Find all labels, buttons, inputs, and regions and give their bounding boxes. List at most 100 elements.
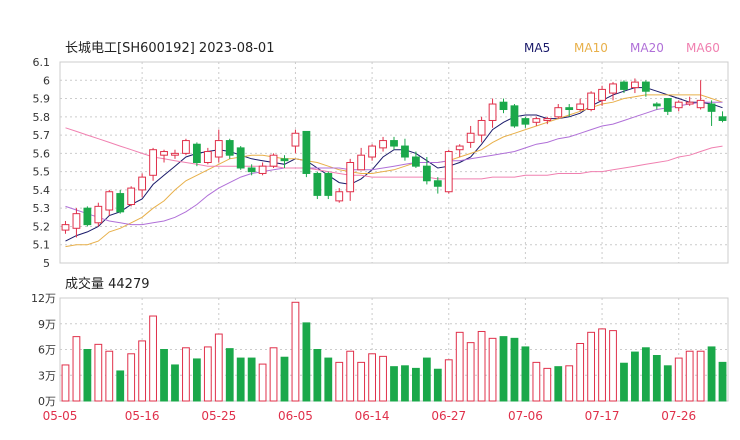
candle-body (444, 151, 453, 193)
volume-bar (225, 348, 234, 402)
candle-body (455, 145, 464, 151)
volume-tick-label: 6万 (38, 344, 56, 357)
candle (269, 153, 278, 168)
candle (138, 173, 147, 198)
ma-legend: MA5 MA10 MA20 MA60 (524, 41, 720, 55)
candle-body (182, 140, 190, 154)
legend-ma60: MA60 (686, 41, 720, 55)
candle-body (674, 101, 683, 109)
volume-bar (379, 355, 387, 402)
candle (488, 98, 497, 128)
legend-ma10: MA10 (574, 41, 608, 55)
candle-body (324, 172, 333, 196)
candle-body (641, 81, 650, 92)
moving-average-lines (65, 87, 723, 248)
volume-bar (554, 366, 563, 402)
price-tick-label: 6.1 (33, 56, 51, 69)
price-panel-frame (59, 61, 729, 264)
candle-body (346, 162, 355, 193)
candle (203, 147, 212, 165)
candle (324, 171, 333, 200)
volume-bar (641, 347, 650, 402)
candle (631, 78, 639, 94)
candle-body (707, 103, 716, 112)
volume-bar (192, 358, 201, 402)
volume-bar (149, 315, 157, 402)
volume-bar (521, 346, 530, 402)
candle (499, 98, 508, 114)
volume-bar (127, 353, 136, 402)
price-tick-label: 5.9 (33, 93, 51, 106)
candle-body (214, 140, 223, 158)
candle (116, 189, 125, 214)
candle-body (466, 132, 475, 143)
candle (510, 104, 519, 128)
series-line-ma20 (65, 101, 723, 226)
candle (674, 100, 683, 112)
candle (379, 136, 387, 152)
legend-ma5: MA5 (524, 41, 550, 55)
volume-bar (620, 362, 628, 402)
candle-body (357, 154, 366, 171)
date-tick-label: 05-16 (125, 409, 160, 423)
volume-bar (313, 349, 322, 402)
date-tick-label: 07-26 (661, 409, 696, 423)
stock-chart-panel: 长城电工[SH600192] 2023-08-01 MA5 MA10 MA20 … (0, 0, 740, 440)
date-tick-label: 06-14 (355, 409, 390, 423)
price-tick-label: 5.6 (33, 147, 51, 160)
volume-bar (412, 367, 420, 402)
candle-body (663, 98, 672, 112)
volume-bar (236, 357, 245, 402)
candle-body (247, 167, 256, 173)
volume-bar (455, 331, 464, 402)
volume-bar (652, 355, 661, 402)
candle-body (335, 191, 344, 202)
candle-body (576, 103, 585, 111)
candle (532, 116, 541, 126)
volume-tick-label: 0万 (38, 395, 56, 408)
candle (346, 158, 355, 201)
volume-bar (444, 359, 453, 402)
chart-canvas: 长城电工[SH600192] 2023-08-01 MA5 MA10 MA20 … (31, 41, 729, 423)
candle (302, 130, 311, 178)
volume-bar (357, 361, 366, 402)
volume-title: 成交量 44279 (65, 276, 150, 292)
volume-bar (302, 322, 311, 402)
volume-tick-label: 12万 (31, 292, 56, 305)
volume-bar (247, 357, 256, 402)
series-line-ma10 (65, 94, 723, 248)
volume-bar (83, 349, 92, 402)
volume-bar (335, 361, 344, 402)
candle-body (236, 147, 245, 169)
volume-bar (368, 353, 376, 402)
volume-bar (346, 350, 355, 402)
volume-bar (565, 365, 574, 402)
candle-body (532, 118, 541, 123)
candle-body (225, 140, 234, 156)
volume-bar (280, 356, 289, 402)
candle-body (696, 99, 705, 109)
candle (609, 82, 617, 101)
candle-body (269, 154, 278, 167)
volume-bar (674, 357, 683, 402)
candle-body (280, 158, 289, 162)
volume-bar (576, 342, 585, 402)
volume-bar (116, 370, 125, 402)
candle (565, 104, 574, 117)
candle-body (368, 145, 376, 158)
candle (554, 104, 563, 119)
candle (61, 220, 70, 234)
volume-bar (707, 346, 716, 402)
candle (401, 138, 409, 161)
volume-bar (609, 330, 617, 402)
candle (368, 144, 376, 161)
candle-body (652, 103, 661, 107)
candle (94, 202, 103, 227)
volume-bar (587, 331, 596, 402)
candle (412, 151, 420, 168)
candle (182, 138, 190, 156)
candle (576, 98, 585, 112)
legend-ma20: MA20 (630, 41, 664, 55)
candle (477, 116, 486, 143)
volume-bar (94, 343, 103, 402)
